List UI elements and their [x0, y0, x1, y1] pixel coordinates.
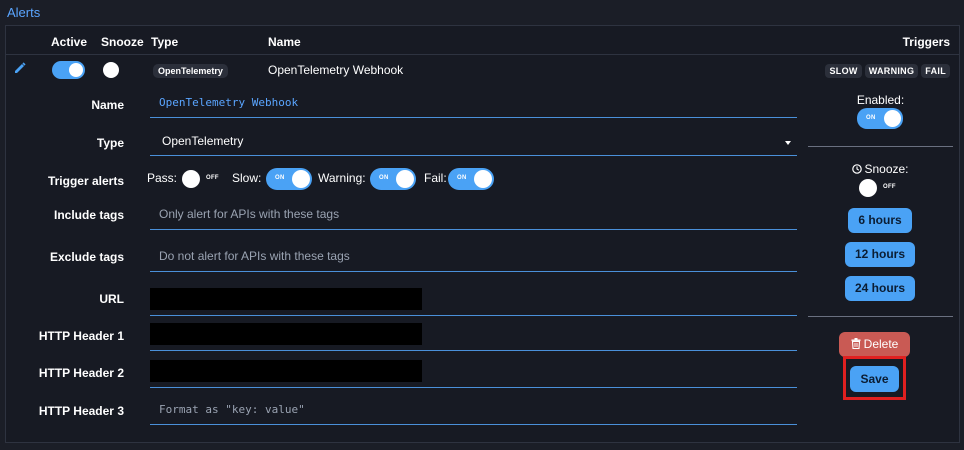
- trigger-pass-state: OFF: [206, 175, 219, 181]
- http-header-2-label: HTTP Header 2: [38, 366, 124, 380]
- trigger-pass-label: Pass:: [147, 171, 178, 185]
- trigger-pass-knob: [182, 170, 200, 188]
- enabled-state: ON: [866, 115, 876, 121]
- alert-name: OpenTelemetry Webhook: [268, 63, 404, 77]
- trigger-pass-toggle[interactable]: OFF: [182, 169, 228, 189]
- trigger-slow-toggle[interactable]: ON: [266, 168, 312, 190]
- trigger-badge-fail: FAIL: [921, 64, 950, 78]
- snooze-12-hours-button[interactable]: 12 hours: [845, 242, 915, 267]
- exclude-tags-label: Exclude tags: [49, 250, 124, 264]
- exclude-tags-input[interactable]: [150, 242, 797, 270]
- snooze-24-hours-button[interactable]: 24 hours: [845, 276, 915, 301]
- side-snooze-state: OFF: [883, 184, 896, 190]
- active-toggle[interactable]: [52, 61, 85, 79]
- header-divider: [6, 54, 959, 55]
- snooze-heading: Snooze:: [808, 162, 953, 176]
- trigger-badge-slow: SLOW: [825, 64, 862, 78]
- trigger-slow-state: ON: [275, 175, 285, 181]
- exclude-tags-field: [150, 242, 797, 272]
- trigger-badges: SLOW WARNING FAIL: [825, 64, 950, 78]
- http-header-2-field[interactable]: [150, 358, 797, 388]
- side-snooze-toggle[interactable]: OFF: [859, 178, 905, 198]
- trigger-badge-warning: WARNING: [864, 64, 919, 78]
- type-badge: OpenTelemetry: [153, 64, 228, 78]
- trigger-warning-state: ON: [379, 175, 389, 181]
- trigger-fail-knob: [474, 170, 492, 188]
- trash-icon: [851, 338, 861, 350]
- type-select[interactable]: OpenTelemetry: [150, 126, 797, 156]
- include-tags-field: [150, 200, 797, 230]
- http-header-3-field: [150, 395, 797, 425]
- url-label: URL: [99, 292, 124, 306]
- include-tags-label: Include tags: [53, 208, 124, 222]
- trigger-fail-label: Fail:: [424, 171, 447, 185]
- snooze-label: Snooze:: [864, 162, 909, 176]
- delete-button[interactable]: Delete: [839, 332, 910, 357]
- trigger-alerts-label: Trigger alerts: [47, 174, 124, 188]
- clock-icon: [852, 164, 863, 174]
- side-snooze-knob: [859, 179, 877, 197]
- delete-button-label: Delete: [863, 337, 899, 351]
- trigger-fail-state: ON: [457, 175, 467, 181]
- name-input[interactable]: [150, 88, 797, 116]
- trigger-warning-knob: [396, 170, 414, 188]
- trigger-warning-label: Warning:: [318, 171, 366, 185]
- url-redacted: [150, 288, 422, 310]
- enabled-toggle[interactable]: ON: [857, 108, 903, 129]
- type-select-value: OpenTelemetry: [162, 134, 244, 148]
- trigger-warning-toggle[interactable]: ON: [370, 168, 416, 190]
- chevron-down-icon: [785, 141, 791, 145]
- column-header-active: Active: [51, 35, 88, 49]
- column-header-name: Name: [268, 35, 301, 49]
- snooze-toggle-knob: [103, 62, 119, 78]
- http-header-1-field[interactable]: [150, 321, 797, 351]
- name-field: [150, 88, 797, 118]
- alerts-panel: Active Snooze Type Name Triggers OpenTel…: [5, 25, 960, 443]
- enabled-knob: [884, 110, 901, 127]
- name-label: Name: [91, 98, 124, 112]
- http-header-3-input[interactable]: [150, 395, 797, 423]
- column-header-type: Type: [151, 35, 179, 49]
- http-header-3-label: HTTP Header 3: [38, 404, 124, 418]
- snooze-toggle[interactable]: [103, 62, 121, 78]
- edit-icon[interactable]: [13, 61, 27, 75]
- trigger-fail-toggle[interactable]: ON: [448, 168, 494, 190]
- section-title: Alerts: [7, 5, 41, 20]
- column-header-snooze: Snooze: [101, 35, 144, 49]
- side-divider-2: [808, 316, 953, 317]
- type-label: Type: [96, 136, 124, 150]
- trigger-slow-label: Slow:: [232, 171, 262, 185]
- active-toggle-knob: [69, 63, 83, 77]
- side-divider: [808, 146, 953, 147]
- include-tags-input[interactable]: [150, 200, 797, 228]
- snooze-6-hours-button[interactable]: 6 hours: [848, 208, 912, 233]
- http-header-1-redacted: [150, 323, 422, 345]
- http-header-1-label: HTTP Header 1: [38, 329, 124, 343]
- column-header-triggers: Triggers: [902, 35, 950, 49]
- save-button[interactable]: Save: [850, 366, 899, 392]
- enabled-label: Enabled:: [856, 93, 905, 107]
- url-field[interactable]: [150, 286, 797, 316]
- trigger-slow-knob: [292, 170, 310, 188]
- http-header-2-redacted: [150, 360, 422, 382]
